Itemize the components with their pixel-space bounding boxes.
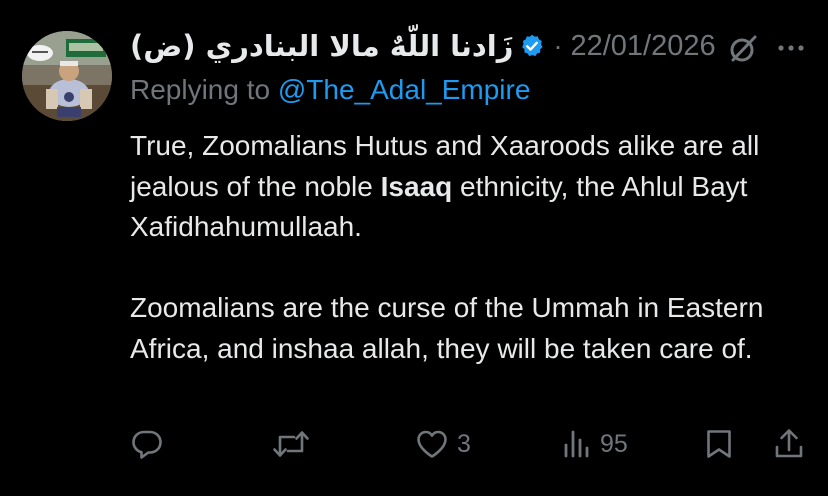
retweet-icon	[273, 431, 309, 457]
share-icon	[775, 429, 803, 458]
reply-mention-link[interactable]: @The_Adal_Empire	[278, 74, 531, 105]
like-button[interactable]: 3	[415, 420, 471, 468]
tweet: زَادنا اللّهٌ مالا البنادري (ض) · 22/01/…	[0, 0, 828, 496]
retweet-button[interactable]	[272, 420, 310, 468]
views-count: 95	[600, 429, 628, 458]
verified-badge-icon[interactable]	[519, 33, 545, 59]
grok-icon[interactable]	[728, 34, 758, 64]
reply-icon	[132, 430, 162, 459]
heart-icon	[417, 430, 447, 458]
reply-button[interactable]	[130, 420, 164, 468]
replying-to: Replying to @The_Adal_Empire	[130, 74, 530, 106]
tweet-date[interactable]: 22/01/2026	[570, 30, 715, 63]
views-icon	[564, 430, 589, 458]
header-separator: ·	[553, 30, 563, 61]
tweet-text: True, Zoomalians Hutus and Xaaroods alik…	[130, 126, 820, 369]
tweet-actions: 3 95	[0, 420, 828, 468]
share-button[interactable]	[773, 420, 805, 468]
tweet-paragraph-2: Zoomalians are the curse of the Ummah in…	[130, 292, 764, 364]
tweet-text-bold: Isaaq	[380, 170, 453, 202]
author-display-name[interactable]: زَادنا اللّهٌ مالا البنادري (ض)	[130, 29, 513, 63]
tweet-paragraph-1: True, Zoomalians Hutus and Xaaroods alik…	[130, 126, 820, 248]
tweet-header: زَادنا اللّهٌ مالا البنادري (ض) · 22/01/…	[130, 26, 810, 66]
like-count: 3	[457, 429, 471, 458]
avatar-image	[22, 31, 112, 121]
replying-to-prefix: Replying to	[130, 74, 278, 105]
more-options-icon[interactable]	[775, 38, 807, 58]
views-button[interactable]: 95	[562, 420, 628, 468]
bookmark-icon	[707, 430, 731, 458]
avatar[interactable]	[22, 31, 112, 121]
bookmark-button[interactable]	[704, 420, 734, 468]
